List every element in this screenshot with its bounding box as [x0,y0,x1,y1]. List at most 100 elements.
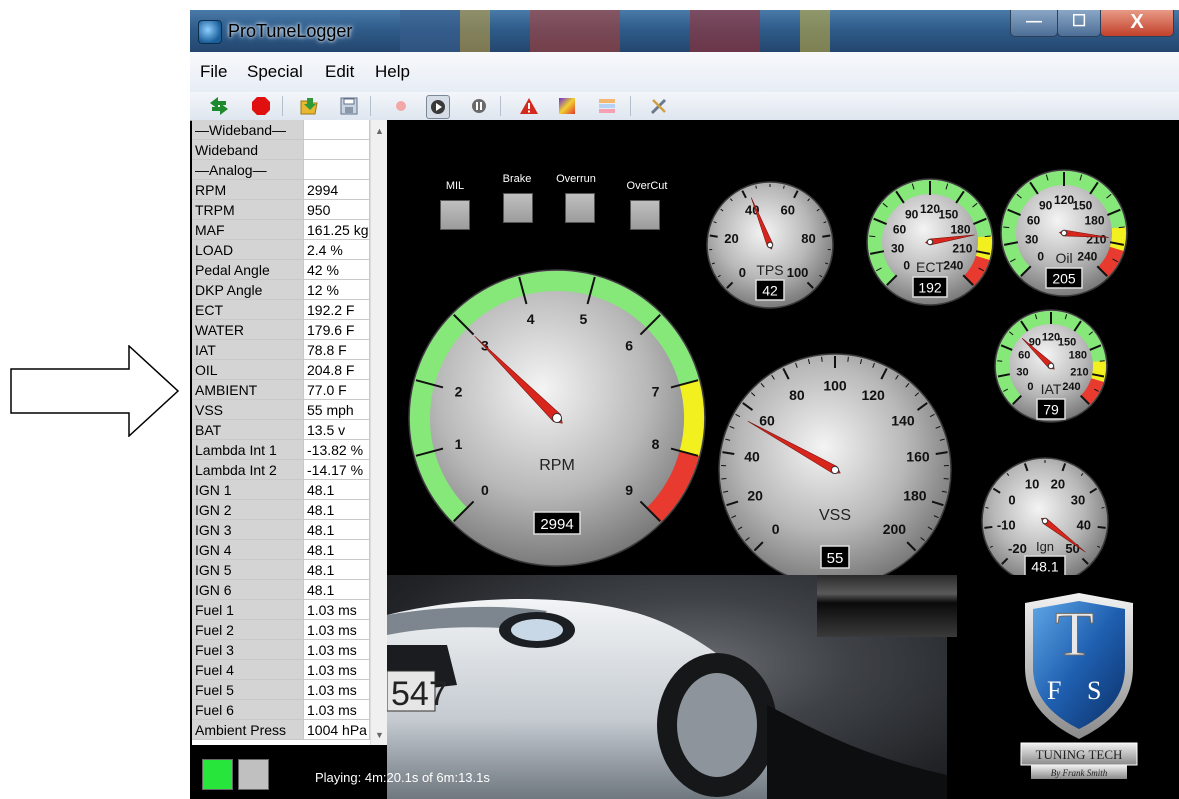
menu-help[interactable]: Help [375,62,410,82]
menu-special[interactable]: Special [247,62,303,82]
signal-row[interactable]: Fuel 2 1.03 ms [192,619,370,640]
open-file-icon[interactable] [298,95,320,117]
tps-readout: 42 [762,283,778,299]
signal-row[interactable]: ECT 192.2 F [192,299,370,320]
menu-edit[interactable]: Edit [325,62,354,82]
title-bar[interactable]: ProTuneLogger — ☐ X [190,10,1179,52]
signal-name: Lambda Int 2 [192,459,304,480]
signal-name: IGN 2 [192,499,304,520]
signal-row[interactable]: IGN 1 48.1 [192,479,370,500]
signals-scrollbar[interactable]: ▲ ▼ [370,120,388,745]
signal-row[interactable]: Lambda Int 2 -14.17 % [192,459,370,480]
signal-value: -14.17 % [303,459,370,480]
logo-letter-t: T [1055,598,1094,669]
vss-tick-label: 80 [789,387,805,403]
play-icon[interactable] [426,95,450,119]
ect-minor-tick [984,235,991,238]
record-icon[interactable] [390,95,412,117]
signal-row[interactable]: Pedal Angle 42 % [192,259,370,280]
signal-row[interactable]: Fuel 4 1.03 ms [192,659,370,680]
signal-row[interactable]: TRPM 950 [192,199,370,220]
signal-row[interactable]: RPM 2994 [192,179,370,200]
logo-letter-f: F [1047,676,1061,705]
signal-row[interactable]: —Wideband— [192,120,370,140]
iat-tick-label: 240 [1062,381,1080,393]
signal-row[interactable]: AMBIENT 77.0 F [192,379,370,400]
warning-icon[interactable] [518,95,540,117]
signal-row[interactable]: Fuel 6 1.03 ms [192,699,370,720]
save-icon[interactable] [338,95,360,117]
oil-tick-label: 150 [1072,199,1092,213]
signal-row[interactable]: BAT 13.5 v [192,419,370,440]
signal-row[interactable]: MAF 161.25 kg [192,219,370,240]
menu-file[interactable]: File [200,62,227,82]
signal-row[interactable]: VSS 55 mph [192,399,370,420]
iat-yellow-band [1091,360,1106,382]
ign-tick [984,525,993,529]
signal-value: 2.4 % [303,239,370,260]
rpm-tick-label: 0 [481,482,489,498]
maximize-button[interactable]: ☐ [1057,10,1101,37]
signal-value: 1.03 ms [303,619,370,640]
gradient-swatch [817,575,957,637]
signal-row[interactable]: IGN 3 48.1 [192,519,370,540]
signal-row[interactable]: IAT 78.8 F [192,339,370,360]
signal-row[interactable]: Ambient Press 1004 hPa [192,719,370,740]
tools-icon[interactable] [648,95,670,117]
signal-row[interactable]: OIL 204.8 F [192,359,370,380]
signal-name: —Wideband— [192,120,304,140]
signal-row[interactable]: WATER 179.6 F [192,319,370,340]
signal-row[interactable]: IGN 2 48.1 [192,499,370,520]
ign-minor-tick [1101,506,1105,509]
oil-tick-label: 60 [1027,213,1041,227]
rpm-tick-label: 8 [652,436,660,452]
scroll-up-icon[interactable]: ▲ [375,126,384,136]
signal-row[interactable]: Fuel 3 1.03 ms [192,639,370,660]
tps-tick-label: 60 [780,203,794,218]
iat-tick-label: 60 [1018,350,1030,362]
signal-name: MAF [192,219,304,240]
vss-tick-label: 0 [772,521,780,537]
tps-hub [766,241,774,249]
lamp-label-mil: MIL [445,180,465,192]
license-plate: 547 [391,675,448,713]
iat-gauge-label: IAT [1041,381,1062,397]
oil-tick-label: 180 [1084,213,1104,227]
lamp-label-overcut: OverCut [626,180,668,192]
signal-row[interactable]: —Analog— [192,159,370,180]
stop-record-icon[interactable] [250,95,272,117]
close-button[interactable]: X [1100,10,1174,37]
signals-table: —Wideband— Wideband —Analog— RPM 2994 TRPM 950… [192,120,370,740]
oil-gauge-label: Oil [1055,250,1072,266]
iat-gauge: 0306090 120150180210240IAT79 [994,309,1108,423]
minimize-button[interactable]: — [1010,10,1058,37]
signal-name: Fuel 4 [192,659,304,680]
ect-tick-label: 180 [950,222,970,236]
signal-row[interactable]: DKP Angle 12 % [192,279,370,300]
signal-row[interactable]: Wideband [192,139,370,160]
window-title: ProTuneLogger [228,21,353,41]
signal-value: 1.03 ms [303,699,370,720]
callout-arrow [10,345,180,437]
connect-arrows-icon[interactable] [208,95,230,117]
ign-hub [1041,517,1049,525]
scroll-down-icon[interactable]: ▼ [375,730,384,740]
signal-value: 12 % [303,279,370,300]
chart-icon[interactable] [556,95,578,117]
tps-minor-tick [755,185,757,189]
oil-tick-label: 0 [1037,249,1044,263]
signal-row[interactable]: Fuel 5 1.03 ms [192,679,370,700]
signal-row[interactable]: Lambda Int 1 -13.82 % [192,439,370,460]
signal-row[interactable]: LOAD 2.4 % [192,239,370,260]
oil-tick-label: 30 [1025,232,1039,246]
pause-icon[interactable] [468,95,490,117]
signal-row[interactable]: IGN 6 48.1 [192,579,370,600]
signal-row[interactable]: IGN 5 48.1 [192,559,370,580]
rpm-tick-label: 9 [625,482,633,498]
rpm-tick-label: 4 [527,311,535,327]
signal-row[interactable]: Fuel 1 1.03 ms [192,599,370,620]
signal-row[interactable]: IGN 4 48.1 [192,539,370,560]
ign-tick-label: 40 [1077,518,1091,533]
signals-panel: —Wideband— Wideband —Analog— RPM 2994 TRPM 950… [192,120,388,745]
layers-icon[interactable] [596,95,618,117]
